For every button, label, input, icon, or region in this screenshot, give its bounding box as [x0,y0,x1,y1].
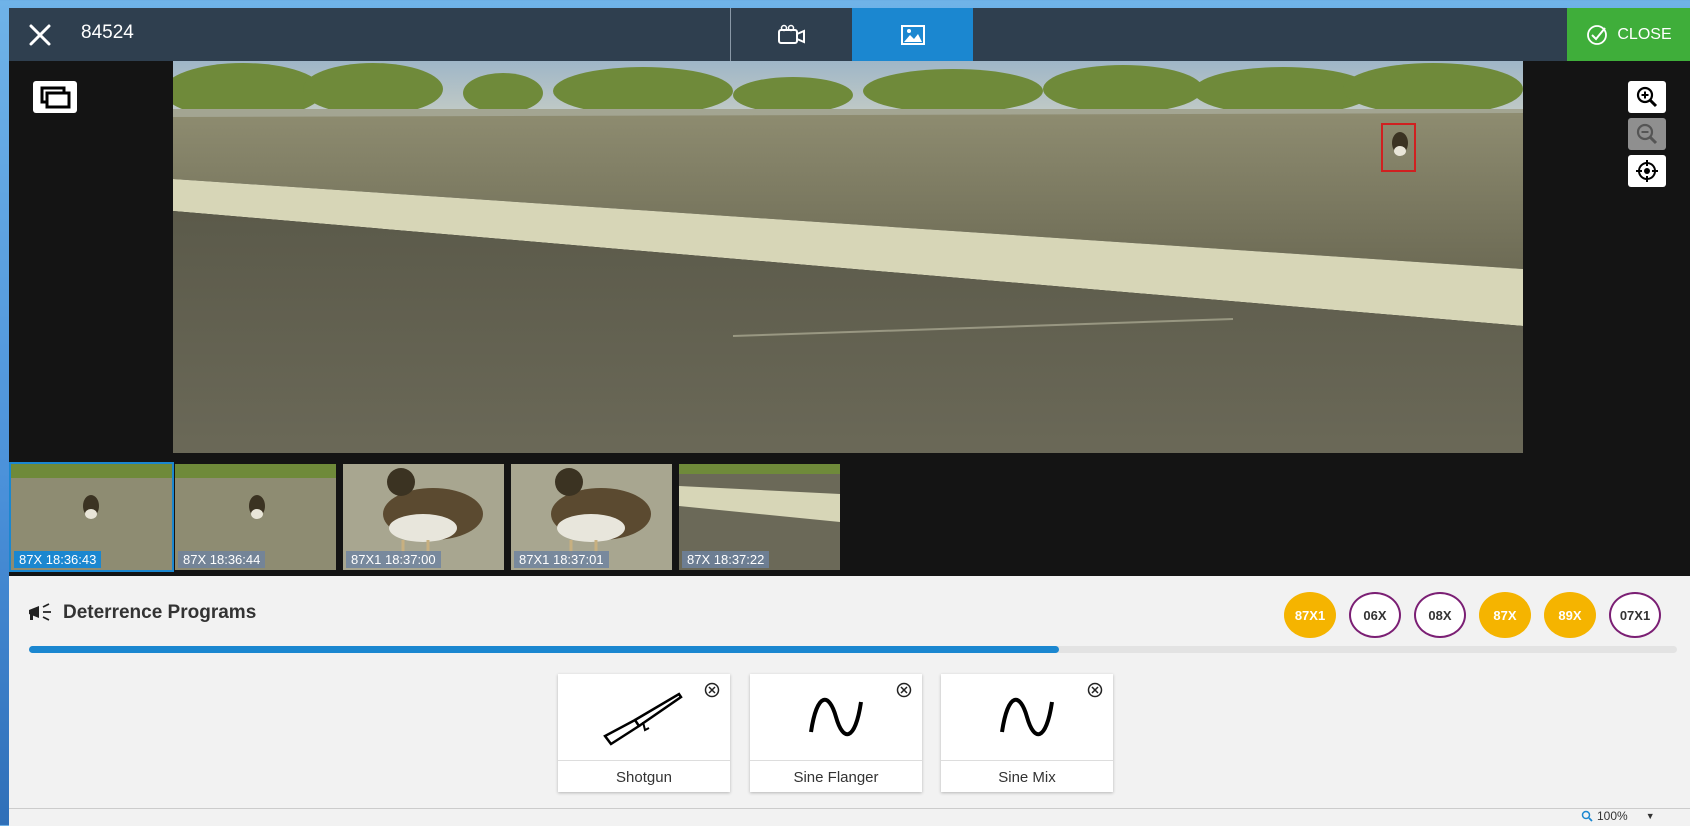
layout-toggle-button[interactable] [33,81,77,113]
program-label: Sine Mix [941,760,1113,793]
close-button-label: CLOSE [1617,25,1672,43]
magnifier-icon [1581,810,1593,822]
remove-icon[interactable] [704,682,720,698]
deterrence-progress-bar [29,646,1677,653]
channel-chip[interactable]: 06X [1349,592,1401,638]
zoom-out-icon [1636,123,1658,145]
recenter-button[interactable] [1628,155,1666,187]
channel-chip[interactable]: 89X [1544,592,1596,638]
zoom-in-button[interactable] [1628,81,1666,113]
program-label: Shotgun [558,760,730,793]
video-camera-icon [777,24,805,44]
zoom-control[interactable]: 100% ▼ [1581,809,1655,823]
header-bar: 84524 CLOSE [9,8,1690,61]
thumbnail-label: 87X 18:37:22 [682,551,770,568]
channel-chip[interactable]: 08X [1414,592,1466,638]
tab-image[interactable] [852,8,973,61]
deterrence-title-text: Deterrence Programs [63,602,257,623]
runway-photo[interactable] [173,61,1523,461]
channel-chip[interactable]: 87X [1479,592,1531,638]
deterrence-panel: Deterrence Programs 87X1 06X 08X 87X 89X… [9,576,1690,808]
thumbnail-item[interactable]: 87X1 18:37:00 [343,464,504,570]
tab-video[interactable] [730,8,853,61]
zoom-out-button[interactable] [1628,118,1666,150]
thumbnail-item[interactable]: 87X 18:37:22 [679,464,840,570]
channel-chip[interactable]: 87X1 [1284,592,1336,638]
program-card-sine-mix[interactable]: Sine Mix [941,674,1113,792]
status-bar: 100% ▼ [9,808,1690,826]
thumbnail-item[interactable]: 87X1 18:37:01 [511,464,672,570]
megaphone-icon [29,603,51,621]
thumbnail-label: 87X 18:36:43 [14,551,102,568]
app-window: 84524 CLOSE 87X 18:36:43 87X 18:36:44 87… [9,8,1690,826]
remove-icon[interactable] [1087,682,1103,698]
progress-fill [29,646,1059,653]
remove-icon[interactable] [896,682,912,698]
thumbnail-label: 87X1 18:37:00 [346,551,441,568]
image-viewer [9,61,1690,461]
record-id: 84524 [81,22,134,43]
channel-chip[interactable]: 07X1 [1609,592,1661,638]
zoom-level: 100% [1597,809,1628,823]
thumbnail-item[interactable]: 87X 18:36:44 [175,464,336,570]
check-circle-icon [1587,24,1608,45]
thumbnail-item[interactable]: 87X 18:36:43 [9,462,174,572]
close-button[interactable]: CLOSE [1567,8,1690,61]
chevron-down-icon[interactable]: ▼ [1646,811,1655,821]
zoom-in-icon [1636,86,1658,108]
program-label: Sine Flanger [750,760,922,793]
thumbnail-label: 87X 18:36:44 [178,551,266,568]
thumbnail-label: 87X1 18:37:01 [514,551,609,568]
thumbnail-strip: 87X 18:36:43 87X 18:36:44 87X1 18:37:00 [9,453,1690,576]
program-card-shotgun[interactable]: Shotgun [558,674,730,792]
target-icon [1636,160,1658,182]
deterrence-title: Deterrence Programs [27,602,256,624]
program-card-sine-flanger[interactable]: Sine Flanger [750,674,922,792]
close-x-icon[interactable] [23,18,57,52]
image-icon [900,24,925,45]
window-layout-icon [40,86,71,109]
